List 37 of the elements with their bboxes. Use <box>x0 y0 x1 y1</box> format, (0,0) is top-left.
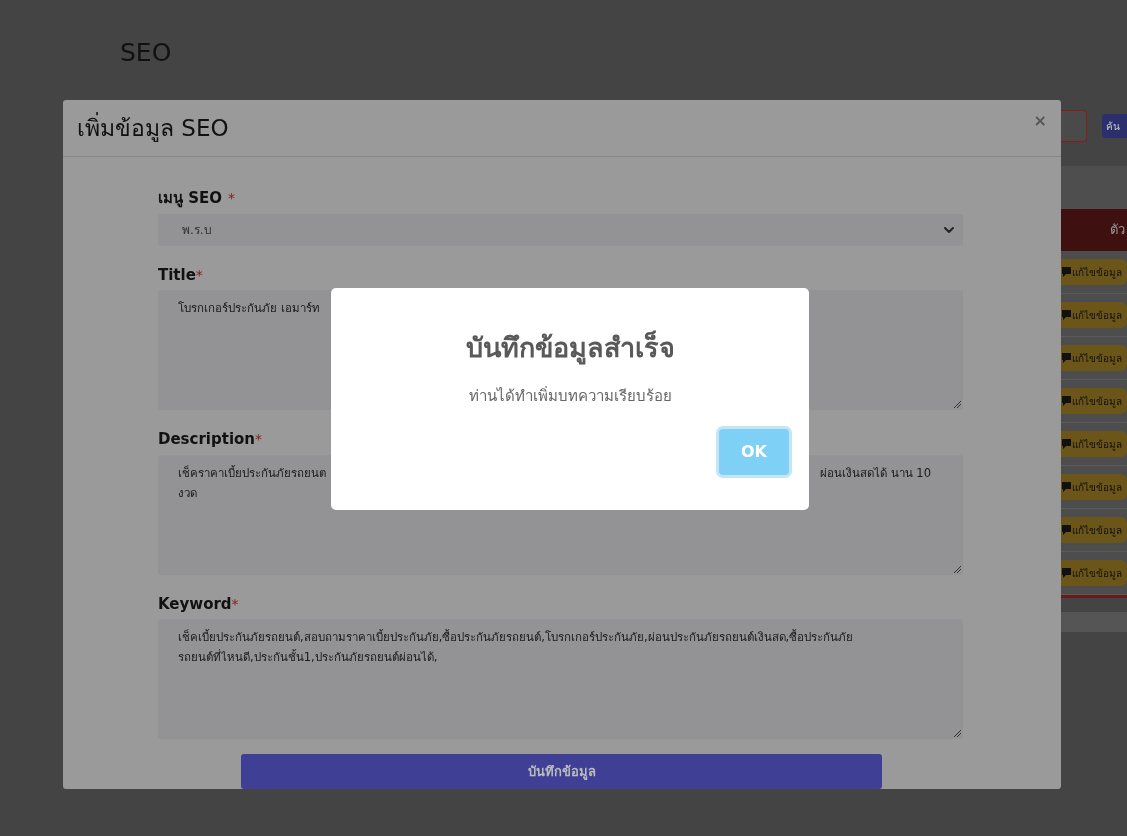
edit-button[interactable]: แก้ไขข้อมูล <box>1061 302 1127 328</box>
required-mark: * <box>228 189 236 208</box>
search-button[interactable]: ค้น <box>1102 114 1127 138</box>
text-line: งวด <box>178 484 197 502</box>
edit-button[interactable]: แก้ไขข้อมูล <box>1061 259 1127 285</box>
resize-handle-icon <box>953 729 961 737</box>
footer-band <box>1061 612 1127 632</box>
required-mark: * <box>231 594 239 614</box>
search-field[interactable] <box>1061 110 1087 142</box>
select-field[interactable]: พ.ร.บ <box>158 213 963 246</box>
edit-button[interactable]: แก้ไขข้อมูล <box>1061 388 1127 414</box>
alert-message: ท่านได้ทำเพิ่มบทความเรียบร้อย <box>468 385 672 407</box>
column-header: ตัว <box>1110 221 1125 240</box>
edit-button[interactable]: แก้ไขข้อมูล <box>1061 345 1127 371</box>
modal-title: เพิ่มข้อมูล SEO <box>77 111 229 144</box>
resize-handle-icon <box>953 400 961 408</box>
text-line: รถยนต์ที่ไหนดี,ประกันชั้น1,ประกันภัยรถยนต์ผ่อนได้, <box>178 648 438 666</box>
alert-title: บันทึกข้อมูลสำเร็จ <box>465 329 675 367</box>
close-button[interactable]: × <box>1033 109 1047 133</box>
edit-button[interactable]: แก้ไขข้อมูล <box>1061 431 1127 457</box>
field-label: Keyword <box>158 593 232 615</box>
edit-button[interactable]: แก้ไขข้อมูล <box>1061 517 1127 543</box>
required-mark: * <box>255 430 263 449</box>
text-line: เช็คเบี้ยประกันภัยรถยนต์,สอบถามราคาเบี้ยประกันภัย,ซื้อประกันภัยรถยนต์,โบรกเกอร์ประกันภัย,ผ่อนประกันภัยรถยนต์เงินสด,ซื้อประกันภัย <box>178 628 854 646</box>
edit-button[interactable]: แก้ไขข้อมูล <box>1061 560 1127 586</box>
field-label: เมนู SEO <box>158 188 223 210</box>
resize-handle-icon <box>953 564 961 573</box>
text-line: เช็คราคาเบี้ยประกันภัยรถยนต <box>178 464 326 482</box>
text-line: ผ่อนเงินสดได้ นาน 10 <box>820 464 931 482</box>
required-mark: * <box>195 265 203 285</box>
edit-button[interactable]: แก้ไขข้อมูล <box>1061 474 1127 500</box>
save-button[interactable]: บันทึกข้อมูล <box>241 754 882 789</box>
ok-button[interactable]: OK <box>719 429 789 475</box>
field-label: Description <box>158 429 256 450</box>
text-area[interactable]: เช็คเบี้ยประกันภัยรถยนต์,สอบถามราคาเบี้ยประกันภัย,ซื้อประกันภัยรถยนต์,โบรกเกอร์ประกันภัย,ผ่อนประกันภัยรถยนต์เงินสด,ซื้อประกันภัย รถยนต์ที่ไหนดี,ประกันชั้น1,ประกันภัยรถยนต์ผ่อนได้, <box>158 619 963 739</box>
text-line: โบรกเกอร์ประกันภัย เอมาร์ท <box>178 300 320 317</box>
field-label: Title <box>158 264 196 286</box>
